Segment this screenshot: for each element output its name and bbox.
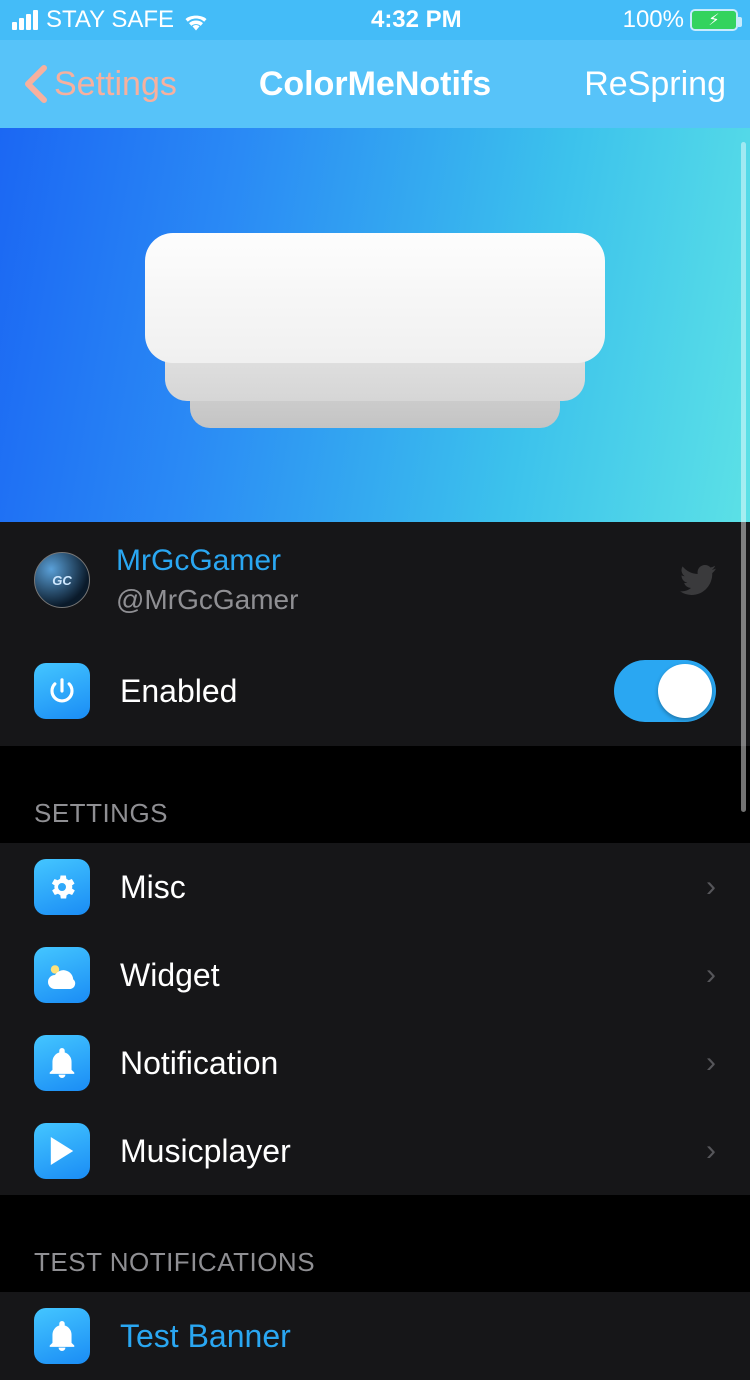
row-notification[interactable]: Notification › (0, 1019, 750, 1107)
chevron-right-icon: › (706, 958, 716, 992)
row-musicplayer[interactable]: Musicplayer › (0, 1107, 750, 1195)
row-misc[interactable]: Misc › (0, 843, 750, 931)
section-header-settings: SETTINGS (0, 798, 750, 843)
enabled-row: Enabled (0, 646, 750, 746)
signal-icon (12, 10, 38, 30)
row-label: Test Banner (120, 1318, 716, 1355)
row-label: Widget (120, 957, 676, 994)
chevron-right-icon: › (706, 1046, 716, 1080)
status-bar: STAY SAFE 4:32 PM 100% ⚡︎ (0, 0, 750, 40)
notification-stack-illustration (145, 233, 605, 418)
hero-banner (0, 128, 750, 522)
row-label: Musicplayer (120, 1133, 676, 1170)
battery-icon: ⚡︎ (690, 9, 738, 31)
row-test-banner[interactable]: Test Banner (0, 1292, 750, 1380)
scrollbar[interactable] (741, 142, 746, 812)
bell-icon (34, 1308, 90, 1364)
respring-button[interactable]: ReSpring (584, 65, 726, 104)
gears-icon (34, 859, 90, 915)
battery-pct: 100% (623, 6, 684, 34)
row-label: Misc (120, 869, 676, 906)
status-time: 4:32 PM (371, 6, 462, 34)
bell-icon (34, 1035, 90, 1091)
wifi-icon (182, 9, 210, 31)
row-widget[interactable]: Widget › (0, 931, 750, 1019)
page-title: ColorMeNotifs (259, 65, 491, 104)
twitter-icon (680, 565, 716, 595)
developer-handle: @MrGcGamer (116, 584, 654, 616)
row-label: Notification (120, 1045, 676, 1082)
carrier-label: STAY SAFE (46, 6, 174, 34)
power-icon (34, 663, 90, 719)
enabled-switch[interactable] (614, 660, 716, 722)
enabled-label: Enabled (120, 673, 584, 710)
weather-icon (34, 947, 90, 1003)
chevron-left-icon (24, 64, 48, 104)
avatar: GC (34, 552, 90, 608)
back-button[interactable]: Settings (24, 64, 177, 104)
developer-name: MrGcGamer (116, 544, 654, 578)
chevron-right-icon: › (706, 1134, 716, 1168)
back-label: Settings (54, 65, 177, 104)
section-header-test: TEST NOTIFICATIONS (0, 1247, 750, 1292)
nav-bar: Settings ColorMeNotifs ReSpring (0, 40, 750, 128)
developer-cell[interactable]: GC MrGcGamer @MrGcGamer (0, 522, 750, 646)
chevron-right-icon: › (706, 870, 716, 904)
play-icon (34, 1123, 90, 1179)
